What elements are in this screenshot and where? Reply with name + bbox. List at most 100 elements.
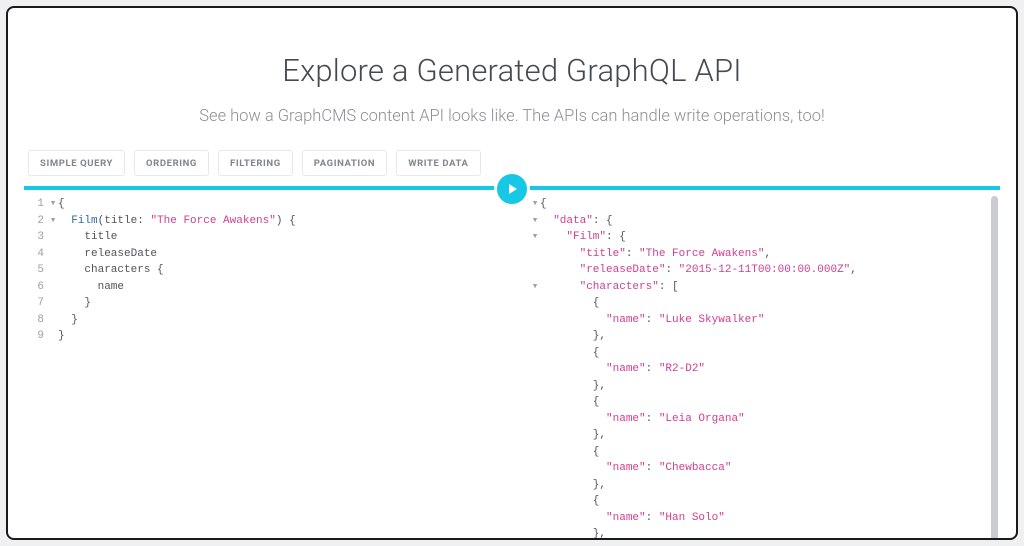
code-text: "releaseDate": "2015-12-11T00:00:00.000Z… <box>540 262 857 279</box>
code-text: } <box>58 295 91 312</box>
run-query-button[interactable] <box>494 171 530 207</box>
fold-toggle-icon <box>530 510 540 527</box>
code-line: "title": "The Force Awakens", <box>530 246 990 263</box>
code-text: characters { <box>58 262 164 279</box>
response-viewer: ▾{▾ "data": {▾ "Film": { "title": "The F… <box>496 190 1000 540</box>
fold-toggle-icon <box>530 345 540 362</box>
code-text: }, <box>540 427 606 444</box>
code-text: "name": "Leia Organa" <box>540 411 745 428</box>
tab-pagination[interactable]: PAGINATION <box>302 150 387 176</box>
fold-toggle-icon <box>530 460 540 477</box>
code-line: }, <box>530 477 990 494</box>
hero: Explore a Generated GraphQL API See how … <box>8 8 1016 150</box>
code-line: }, <box>530 427 990 444</box>
code-line: { <box>530 295 990 312</box>
fold-toggle-icon <box>530 394 540 411</box>
code-line: 3 title <box>26 229 486 246</box>
line-number: 4 <box>26 246 48 263</box>
code-line: 2▾ Film(title: "The Force Awakens") { <box>26 213 486 230</box>
fold-toggle-icon[interactable]: ▾ <box>530 279 540 296</box>
fold-toggle-icon <box>48 312 58 329</box>
fold-toggle-icon <box>530 526 540 540</box>
line-number: 6 <box>26 279 48 296</box>
code-text: { <box>540 493 599 510</box>
fold-toggle-icon <box>48 328 58 345</box>
page-title: Explore a Generated GraphQL API <box>8 52 1016 89</box>
line-number: 7 <box>26 295 48 312</box>
code-text: "name": "R2-D2" <box>540 361 705 378</box>
fold-toggle-icon <box>48 262 58 279</box>
code-text: }, <box>540 477 606 494</box>
code-text: "title": "The Force Awakens", <box>540 246 771 263</box>
fold-toggle-icon[interactable]: ▾ <box>48 213 58 230</box>
code-line: }, <box>530 526 990 540</box>
code-line: 9} <box>26 328 486 345</box>
line-number: 5 <box>26 262 48 279</box>
fold-toggle-icon[interactable]: ▾ <box>530 213 540 230</box>
fold-toggle-icon[interactable]: ▾ <box>530 196 540 213</box>
code-text: { <box>540 295 599 312</box>
code-line: ▾ "data": { <box>530 213 990 230</box>
code-text: }, <box>540 378 606 395</box>
page-subtitle: See how a GraphCMS content API looks lik… <box>8 107 1016 126</box>
code-text: "name": "Chewbacca" <box>540 460 731 477</box>
code-text: { <box>540 394 599 411</box>
fold-toggle-icon <box>530 246 540 263</box>
tab-ordering[interactable]: ORDERING <box>134 150 209 176</box>
code-line: 7 } <box>26 295 486 312</box>
code-text: "characters": [ <box>540 279 679 296</box>
code-line: "name": "Luke Skywalker" <box>530 312 990 329</box>
code-line: { <box>530 444 990 461</box>
fold-toggle-icon <box>530 477 540 494</box>
fold-toggle-icon[interactable]: ▾ <box>530 229 540 246</box>
fold-toggle-icon <box>48 246 58 263</box>
response-scrollbar[interactable] <box>991 196 998 540</box>
line-number: 9 <box>26 328 48 345</box>
code-line: 8 } <box>26 312 486 329</box>
code-line: 6 name <box>26 279 486 296</box>
play-icon <box>505 182 519 196</box>
code-text: } <box>58 328 65 345</box>
line-number: 8 <box>26 312 48 329</box>
fold-toggle-icon <box>530 262 540 279</box>
fold-toggle-icon <box>530 295 540 312</box>
code-line: "name": "Leia Organa" <box>530 411 990 428</box>
fold-toggle-icon[interactable]: ▾ <box>48 196 58 213</box>
code-text: releaseDate <box>58 246 157 263</box>
line-number: 3 <box>26 229 48 246</box>
code-line: 5 characters { <box>26 262 486 279</box>
code-text: Film(title: "The Force Awakens") { <box>58 213 296 230</box>
tab-filtering[interactable]: FILTERING <box>218 150 293 176</box>
fold-toggle-icon <box>530 361 540 378</box>
code-line: 1▾{ <box>26 196 486 213</box>
code-text: "name": "Luke Skywalker" <box>540 312 764 329</box>
fold-toggle-icon <box>530 378 540 395</box>
code-line: ▾ "Film": { <box>530 229 990 246</box>
code-line: }, <box>530 328 990 345</box>
fold-toggle-icon <box>530 493 540 510</box>
fold-toggle-icon <box>530 411 540 428</box>
fold-toggle-icon <box>530 312 540 329</box>
code-line: ▾{ <box>530 196 990 213</box>
fold-toggle-icon <box>48 279 58 296</box>
code-text: { <box>58 196 65 213</box>
code-line: }, <box>530 378 990 395</box>
tab-write-data[interactable]: WRITE DATA <box>396 150 480 176</box>
fold-toggle-icon <box>530 328 540 345</box>
code-line: { <box>530 394 990 411</box>
line-number: 1 <box>26 196 48 213</box>
code-line: "name": "Han Solo" <box>530 510 990 527</box>
code-line: { <box>530 493 990 510</box>
app-window: Explore a Generated GraphQL API See how … <box>6 6 1018 540</box>
line-number: 2 <box>26 213 48 230</box>
code-line: { <box>530 345 990 362</box>
graphql-playground: 1▾{2▾ Film(title: "The Force Awakens") {… <box>24 186 1000 540</box>
code-text: "Film": { <box>540 229 626 246</box>
tab-simple-query[interactable]: SIMPLE QUERY <box>28 150 125 176</box>
code-line: "name": "R2-D2" <box>530 361 990 378</box>
code-text: title <box>58 229 117 246</box>
query-editor[interactable]: 1▾{2▾ Film(title: "The Force Awakens") {… <box>24 190 496 540</box>
code-text: { <box>540 345 599 362</box>
fold-toggle-icon <box>48 229 58 246</box>
code-line: "releaseDate": "2015-12-11T00:00:00.000Z… <box>530 262 990 279</box>
